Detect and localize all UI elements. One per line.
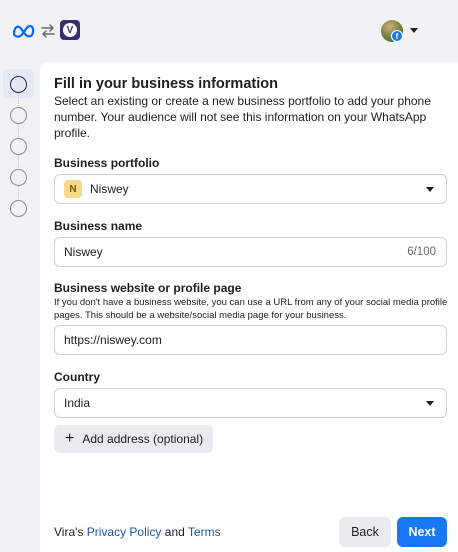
business-info-panel: Fill in your business information Select… [40,62,458,552]
app-icon-letter: V [63,23,77,37]
business-name-input[interactable]: Niswey 6/100 [54,237,447,267]
step-5-indicator [10,200,27,217]
plus-icon: + [65,430,75,447]
swap-icon [41,24,55,38]
chevron-down-icon [426,187,434,192]
website-input[interactable]: https://niswey.com [54,325,447,355]
character-counter: 6/100 [407,246,436,258]
business-portfolio-value: Niswey [90,182,129,196]
progress-stepper [0,62,40,552]
website-value: https://niswey.com [64,333,162,347]
back-button[interactable]: Back [339,517,391,547]
account-caret-down-icon[interactable] [410,28,418,33]
portfolio-badge: N [64,180,82,198]
step-1-indicator [10,76,27,93]
step-3-indicator [10,138,27,155]
business-portfolio-label: Business portfolio [54,156,160,170]
vira-app-icon: V [60,20,80,40]
chevron-down-icon [426,401,434,406]
footer-conjunction: and [161,525,188,539]
step-2-indicator [10,107,27,124]
footer-legal-text: Vira's Privacy Policy and Terms [54,525,221,539]
add-address-button[interactable]: + Add address (optional) [54,425,213,453]
privacy-policy-link[interactable]: Privacy Policy [87,525,162,539]
top-bar: V f [0,0,458,62]
business-portfolio-select[interactable]: N Niswey [54,174,447,204]
facebook-badge-icon: f [391,30,403,42]
country-select[interactable]: India [54,388,447,418]
next-button[interactable]: Next [397,517,447,547]
page-subtitle: Select an existing or create a new busin… [54,94,431,140]
business-name-label: Business name [54,219,143,233]
country-label: Country [54,370,100,384]
step-connector [18,186,19,201]
footer-prefix: Vira's [54,525,87,539]
business-name-value: Niswey [64,245,103,259]
step-4-indicator [10,169,27,186]
country-value: India [64,396,91,410]
meta-logo-icon [12,24,35,38]
website-label: Business website or profile page [54,281,242,295]
step-connector [18,124,19,139]
page-title: Fill in your business information [54,76,278,92]
website-help-text: If you don't have a business website, yo… [54,297,448,321]
step-connector [18,93,19,108]
terms-link[interactable]: Terms [188,525,221,539]
add-address-label: Add address (optional) [82,432,204,446]
step-connector [18,155,19,170]
